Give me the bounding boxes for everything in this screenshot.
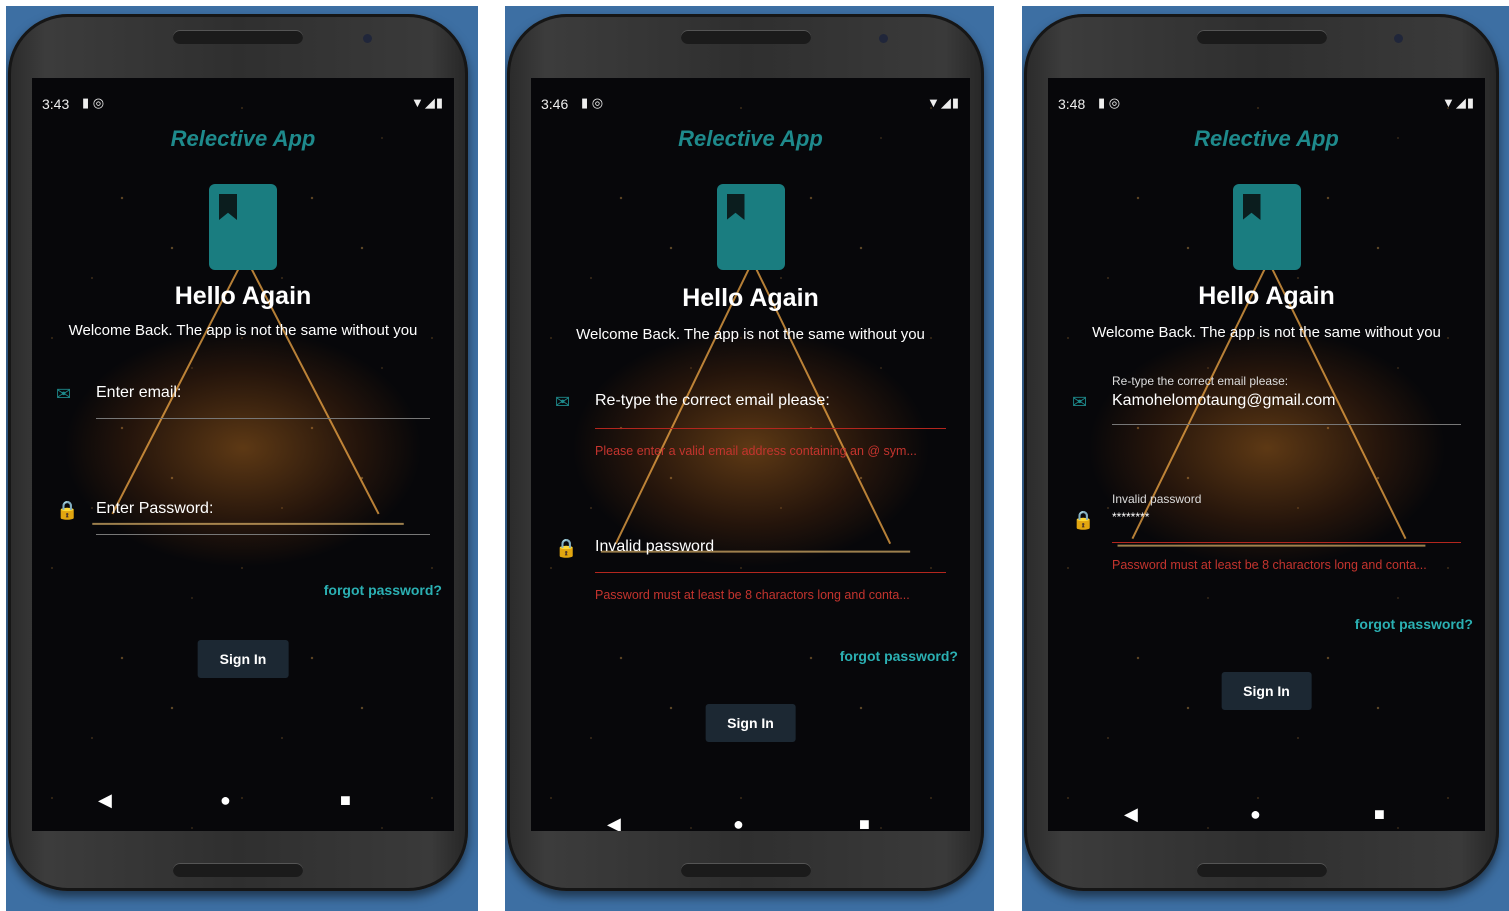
password-placeholder: Enter Password: [96, 500, 214, 517]
notification-icons: ▮ ◎ [581, 95, 604, 110]
email-field[interactable]: ✉ Re-type the correct email please: Plea… [555, 386, 946, 476]
page-title: Hello Again [174, 282, 312, 310]
lock-icon: 🔒 [56, 500, 79, 520]
recents-icon[interactable]: ■ [1374, 804, 1385, 825]
status-time: 3:46 [541, 96, 569, 112]
password-field[interactable]: 🔒 Invalid password Password must at leas… [555, 532, 946, 622]
lock-icon: 🔒 [1072, 510, 1095, 530]
earpiece-speaker [680, 30, 811, 44]
status-bar: 3:46 ▮ ◎ ▼◢▮ [541, 95, 960, 114]
app-title: Relective App [1194, 126, 1339, 151]
email-error-text: Please enter a valid email address conta… [595, 444, 917, 458]
forgot-password-link[interactable]: forgot password? [324, 582, 442, 598]
front-camera [879, 34, 888, 43]
page-title: Hello Again [682, 284, 819, 312]
sign-in-button[interactable]: Sign In [197, 640, 289, 678]
status-bar: 3:48 ▮ ◎ ▼◢▮ [1058, 95, 1475, 114]
password-underline [1112, 542, 1461, 543]
password-underline [595, 572, 946, 573]
sign-in-button[interactable]: Sign In [705, 704, 796, 742]
home-icon[interactable]: ● [733, 814, 744, 831]
bookmark-icon [1242, 194, 1261, 220]
phone-frame: 3:48 ▮ ◎ ▼◢▮ Relective App Hello Again W… [1024, 14, 1499, 891]
bookmark-icon [219, 194, 237, 220]
sign-in-button[interactable]: Sign In [1221, 672, 1312, 710]
phone-screen: 3:43 ▮ ◎ ▼◢▮ Relective App Hello Again W… [32, 78, 454, 831]
forgot-password-link[interactable]: forgot password? [840, 648, 958, 664]
email-label: Re-type the correct email please: [1112, 374, 1289, 388]
email-placeholder: Enter email: [96, 384, 182, 401]
email-icon: ✉ [555, 392, 571, 412]
password-field[interactable]: 🔒 Invalid password ******** Password mus… [1072, 492, 1461, 582]
screenshot-panel-1: 3:43 ▮ ◎ ▼◢▮ Relective App Hello Again W… [6, 6, 478, 911]
phone-screen: 3:48 ▮ ◎ ▼◢▮ Relective App Hello Again W… [1048, 78, 1485, 831]
lock-icon: 🔒 [555, 538, 578, 558]
screenshot-panel-3: 3:48 ▮ ◎ ▼◢▮ Relective App Hello Again W… [1022, 6, 1509, 911]
password-underline [96, 534, 430, 535]
front-camera [1394, 34, 1403, 43]
signal-battery-icons: ▼◢▮ [1441, 95, 1475, 110]
page-title: Hello Again [1198, 282, 1335, 310]
status-bar: 3:43 ▮ ◎ ▼◢▮ [42, 95, 444, 114]
email-underline [595, 428, 946, 429]
email-icon: ✉ [1072, 392, 1088, 412]
bottom-speaker [173, 863, 303, 877]
password-placeholder: Invalid password [595, 538, 715, 555]
password-label: Invalid password [1112, 492, 1202, 506]
email-underline [96, 418, 430, 419]
screenshot-panel-2: 3:46 ▮ ◎ ▼◢▮ Relective App Hello Again W… [505, 6, 994, 911]
notification-icons: ▮ ◎ [1098, 95, 1121, 110]
email-field[interactable]: ✉ Re-type the correct email please: Kamo… [1072, 374, 1461, 438]
back-icon[interactable]: ◀ [607, 814, 621, 831]
app-title: Relective App [170, 126, 316, 151]
phone-screen: 3:46 ▮ ◎ ▼◢▮ Relective App Hello Again W… [531, 78, 970, 831]
home-icon[interactable]: ● [220, 790, 231, 811]
app-logo [209, 184, 277, 270]
phone-frame: 3:46 ▮ ◎ ▼◢▮ Relective App Hello Again W… [507, 14, 984, 891]
password-value: ******** [1112, 510, 1150, 524]
email-placeholder: Re-type the correct email please: [595, 392, 830, 409]
welcome-text: Welcome Back. The app is not the same wi… [68, 322, 418, 339]
password-error-text: Password must at least be 8 charactors l… [1112, 558, 1427, 572]
bookmark-icon [726, 194, 745, 220]
recents-icon[interactable]: ■ [340, 790, 351, 811]
password-error-text: Password must at least be 8 charactors l… [595, 588, 910, 602]
app-logo [716, 184, 785, 270]
earpiece-speaker [173, 30, 303, 44]
android-nav-bar: ◀ ● ■ [1048, 804, 1485, 828]
welcome-text: Welcome Back. The app is not the same wi… [1092, 324, 1441, 341]
app-title: Relective App [678, 126, 823, 151]
welcome-text: Welcome Back. The app is not the same wi… [576, 326, 925, 343]
email-value: Kamohelomotaung@gmail.com [1112, 392, 1336, 409]
front-camera [363, 34, 372, 43]
back-icon[interactable]: ◀ [98, 790, 112, 811]
app-logo [1232, 184, 1301, 270]
bottom-speaker [1196, 863, 1327, 877]
email-icon: ✉ [56, 384, 72, 404]
email-field[interactable]: ✉ Enter email: [56, 378, 430, 428]
status-time: 3:43 [42, 96, 70, 112]
android-nav-bar: ◀ ● ■ [531, 814, 970, 831]
recents-icon[interactable]: ■ [859, 814, 870, 831]
password-field[interactable]: 🔒 Enter Password: [56, 494, 430, 544]
status-time: 3:48 [1058, 96, 1086, 112]
signal-battery-icons: ▼◢▮ [410, 95, 444, 110]
email-underline [1112, 424, 1461, 425]
android-nav-bar: ◀ ● ■ [32, 790, 454, 814]
forgot-password-link[interactable]: forgot password? [1355, 616, 1473, 632]
signal-battery-icons: ▼◢▮ [926, 95, 960, 110]
home-icon[interactable]: ● [1250, 804, 1261, 825]
bottom-speaker [680, 863, 811, 877]
earpiece-speaker [1196, 30, 1327, 44]
notification-icons: ▮ ◎ [82, 95, 105, 110]
phone-frame: 3:43 ▮ ◎ ▼◢▮ Relective App Hello Again W… [8, 14, 468, 891]
back-icon[interactable]: ◀ [1124, 804, 1138, 825]
